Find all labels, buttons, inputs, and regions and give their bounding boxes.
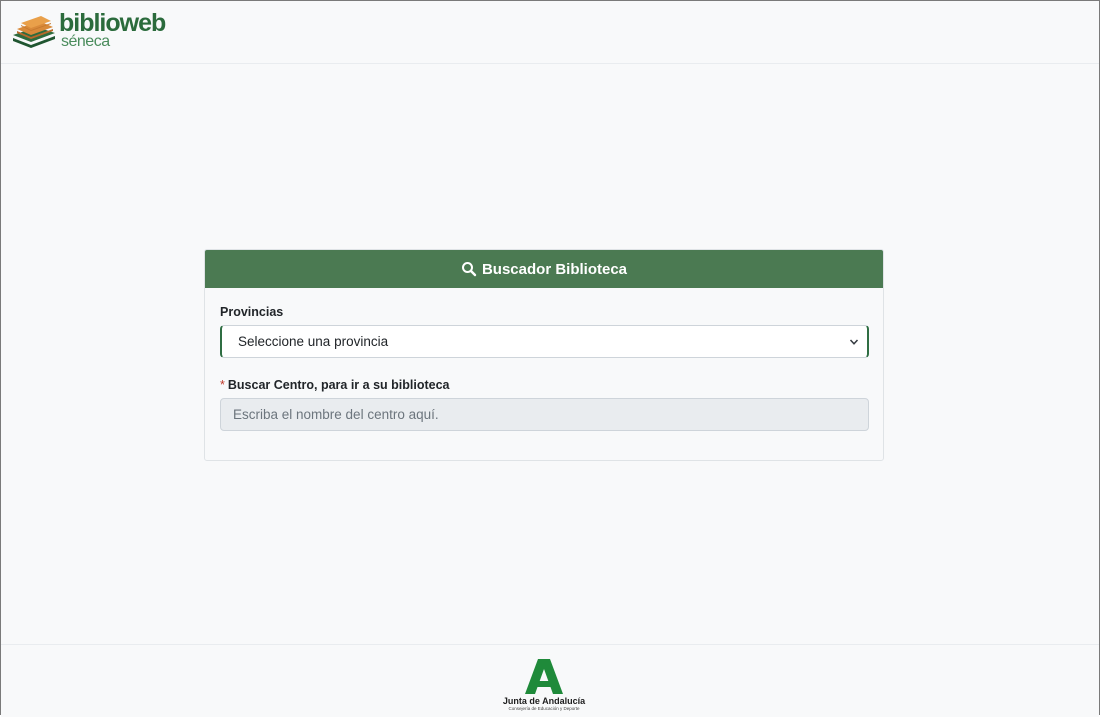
- card-title: Buscador Biblioteca: [481, 260, 628, 278]
- provinces-select[interactable]: Seleccione una provincia: [220, 325, 869, 358]
- junta-andalucia-logo[interactable]: Junta de Andalucía Consejería de Educaci…: [498, 657, 590, 715]
- card-header: Buscador Biblioteca: [205, 250, 883, 288]
- logo-text-sub: séneca: [61, 33, 110, 50]
- footer: Junta de Andalucía Consejería de Educaci…: [1, 644, 1099, 717]
- center-search-label-text: Buscar Centro, para ir a su biblioteca: [227, 378, 450, 392]
- biblioweb-logo[interactable]: biblioweb séneca: [11, 9, 171, 57]
- main-content: Buscador Biblioteca Provincias Seleccion…: [1, 64, 1099, 644]
- search-card: Buscador Biblioteca Provincias Seleccion…: [204, 249, 884, 461]
- books-logo-icon: [13, 16, 55, 48]
- junta-andalucia-logo-icon: [525, 659, 563, 694]
- page-frame: biblioweb séneca Buscador Biblioteca Pro…: [0, 0, 1100, 717]
- search-icon: [461, 262, 477, 277]
- provinces-label: Provincias: [220, 305, 284, 319]
- required-marker: *: [220, 378, 225, 392]
- center-search-label: * Buscar Centro, para ir a su biblioteca: [220, 378, 449, 392]
- chevron-down-icon: [849, 339, 859, 345]
- top-header: biblioweb séneca: [1, 1, 1099, 64]
- center-search-input[interactable]: [220, 398, 869, 431]
- junta-name: Junta de Andalucía: [502, 696, 586, 706]
- provinces-selected-value: Seleccione una provincia: [238, 334, 389, 349]
- junta-sub: Consejería de Educación y Deporte: [508, 706, 580, 711]
